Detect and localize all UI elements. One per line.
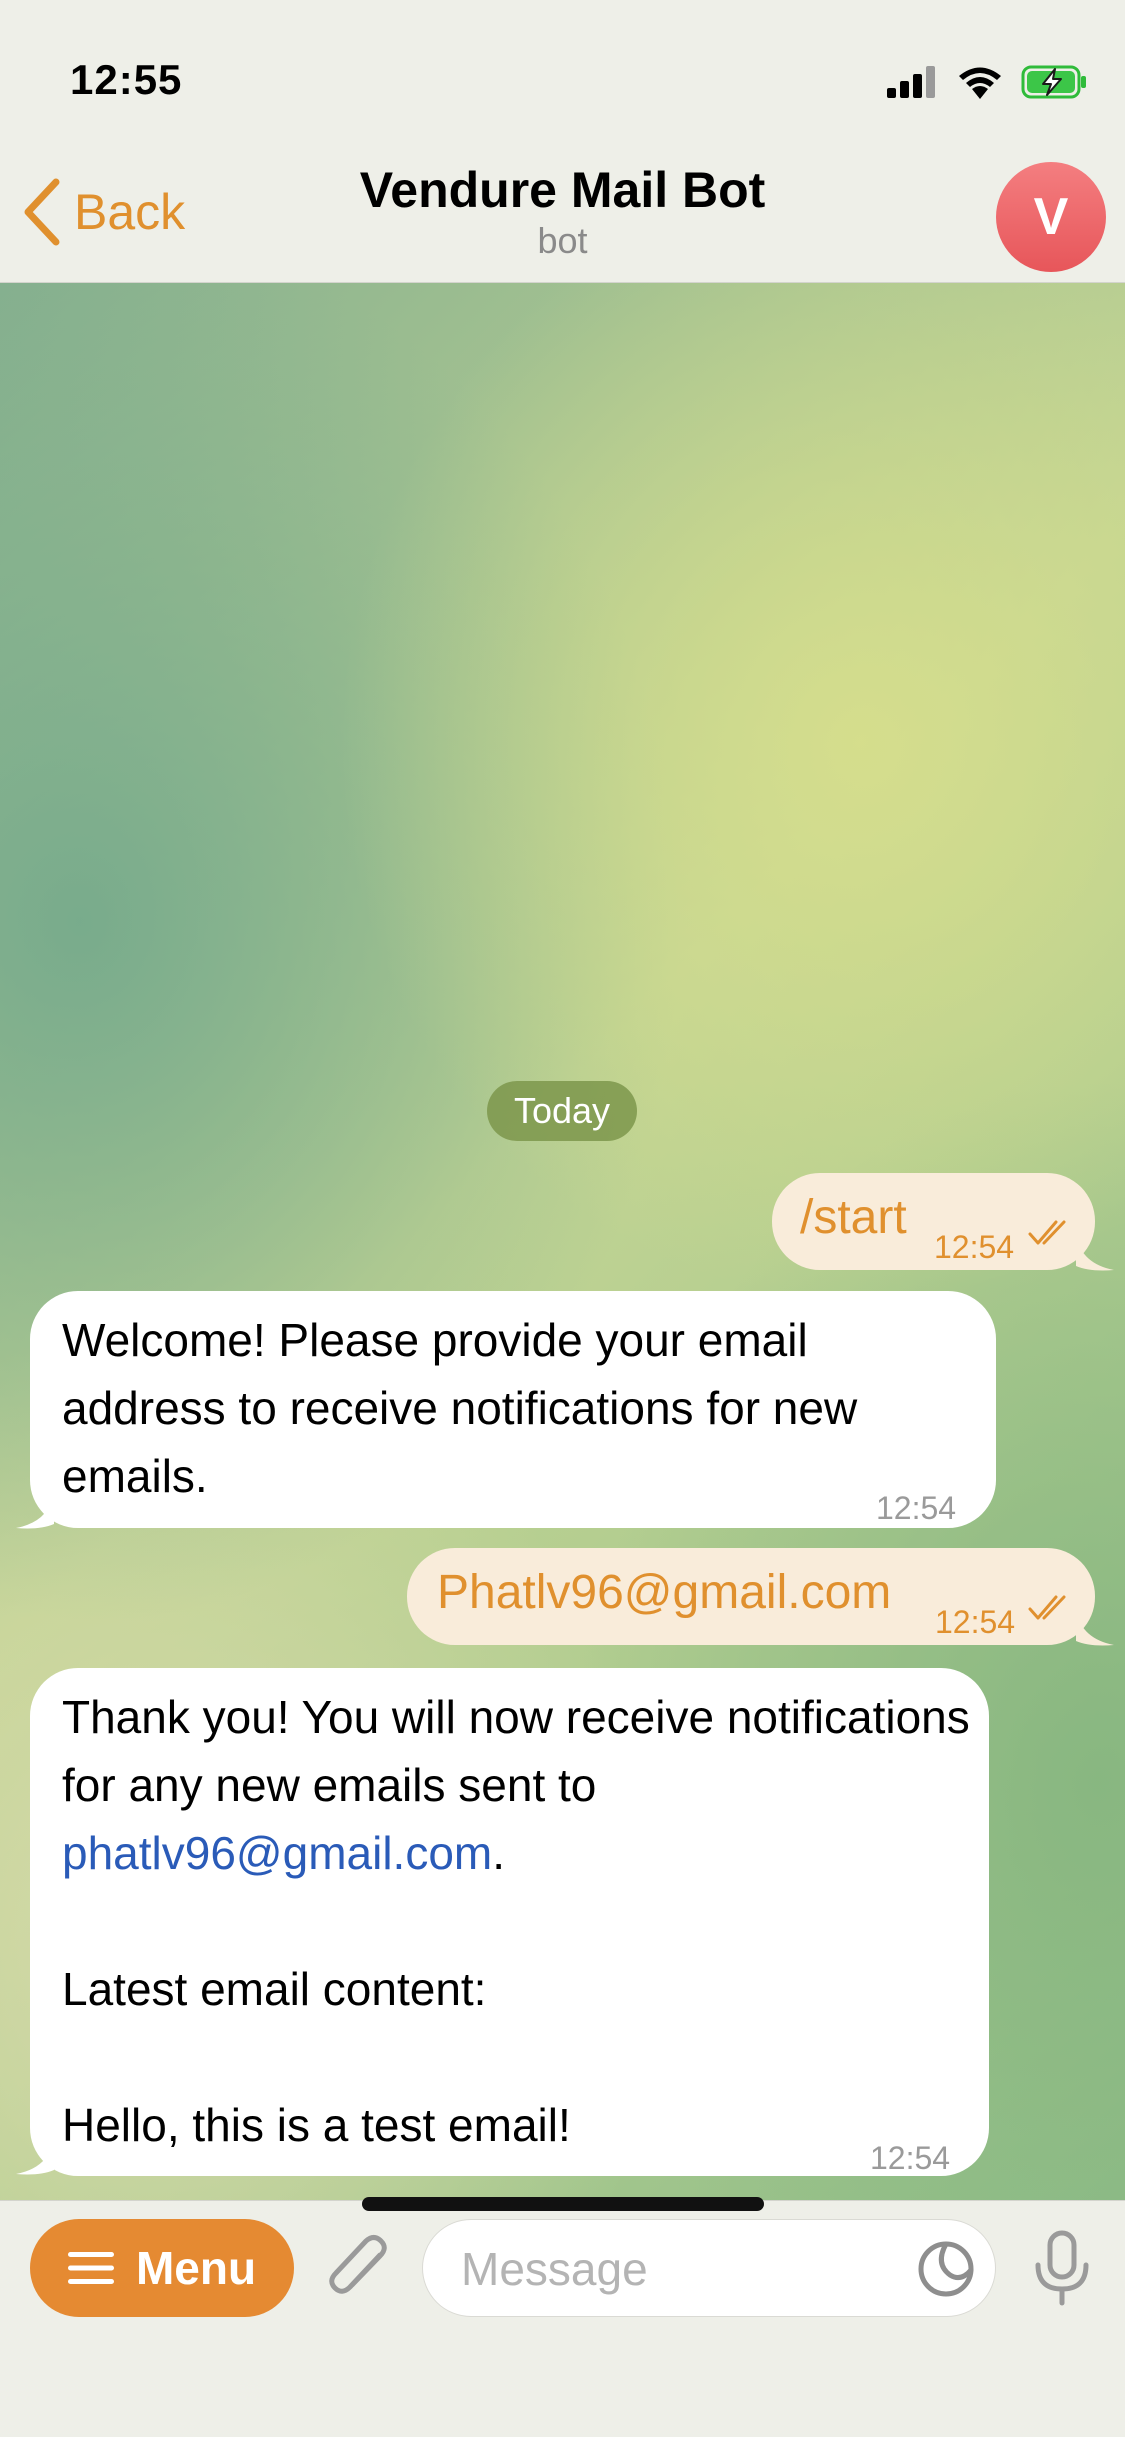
bubble-tail xyxy=(1076,1611,1114,1646)
cellular-signal-icon xyxy=(887,66,935,98)
header: 12:55 Back Vendure Mail Bot bot V xyxy=(0,0,1125,283)
message-time: 12:54 xyxy=(934,1229,1015,1265)
message-time: 12:54 xyxy=(876,1490,957,1526)
message-outgoing[interactable]: Phatlv96@gmail.com 12:54 xyxy=(407,1548,1095,1645)
date-separator: Today xyxy=(487,1081,637,1141)
status-icons xyxy=(887,60,1087,104)
home-indicator[interactable] xyxy=(362,2197,764,2211)
message-text: Latest email content: xyxy=(62,1963,487,2015)
message-outgoing[interactable]: /start 12:54 xyxy=(772,1173,1095,1270)
status-time: 12:55 xyxy=(70,56,183,103)
message-text: Phatlv96@gmail.com xyxy=(437,1566,892,1619)
input-bar: Menu xyxy=(0,2200,1125,2437)
bot-avatar[interactable]: V xyxy=(996,162,1106,272)
battery-charging-icon xyxy=(1021,65,1086,99)
email-link[interactable]: phatlv96@gmail.com xyxy=(62,1827,492,1879)
message-time: 12:54 xyxy=(935,1604,1016,1640)
message-incoming[interactable]: Thank you! You will now receive notifica… xyxy=(30,1668,989,2176)
microphone-icon[interactable] xyxy=(1030,2229,1094,2309)
bubble-tail xyxy=(1076,1236,1114,1271)
message-text: Welcome! Please provide your email addre… xyxy=(62,1314,858,1502)
message-input[interactable] xyxy=(459,2220,893,2318)
menu-label: Menu xyxy=(135,2242,257,2294)
message-field[interactable] xyxy=(422,2219,996,2318)
read-checkmarks-icon xyxy=(1028,1220,1066,1245)
message-text: Thank you! You will now receive notifica… xyxy=(62,1691,970,1811)
hamburger-icon xyxy=(67,2252,114,2284)
sticker-icon[interactable] xyxy=(917,2240,975,2298)
chevron-left-icon xyxy=(24,178,60,246)
message-time: 12:54 xyxy=(870,2140,951,2176)
menu-button[interactable]: Menu xyxy=(30,2219,294,2317)
message-text-block: Thank you! You will now receive notifica… xyxy=(62,1683,982,2159)
message-incoming[interactable]: Welcome! Please provide your email addre… xyxy=(30,1291,996,1528)
message-text: Hello, this is a test email! xyxy=(62,2099,571,2151)
message-text-punct: . xyxy=(492,1827,505,1879)
back-label: Back xyxy=(74,184,186,240)
wifi-icon xyxy=(959,67,1001,99)
paperclip-icon[interactable] xyxy=(322,2231,398,2311)
bubble-tail xyxy=(16,1494,54,1529)
read-checkmarks-icon xyxy=(1028,1595,1066,1620)
back-button[interactable]: Back xyxy=(22,178,185,246)
message-text: /start xyxy=(800,1191,907,1244)
bubble-tail xyxy=(16,2140,54,2175)
